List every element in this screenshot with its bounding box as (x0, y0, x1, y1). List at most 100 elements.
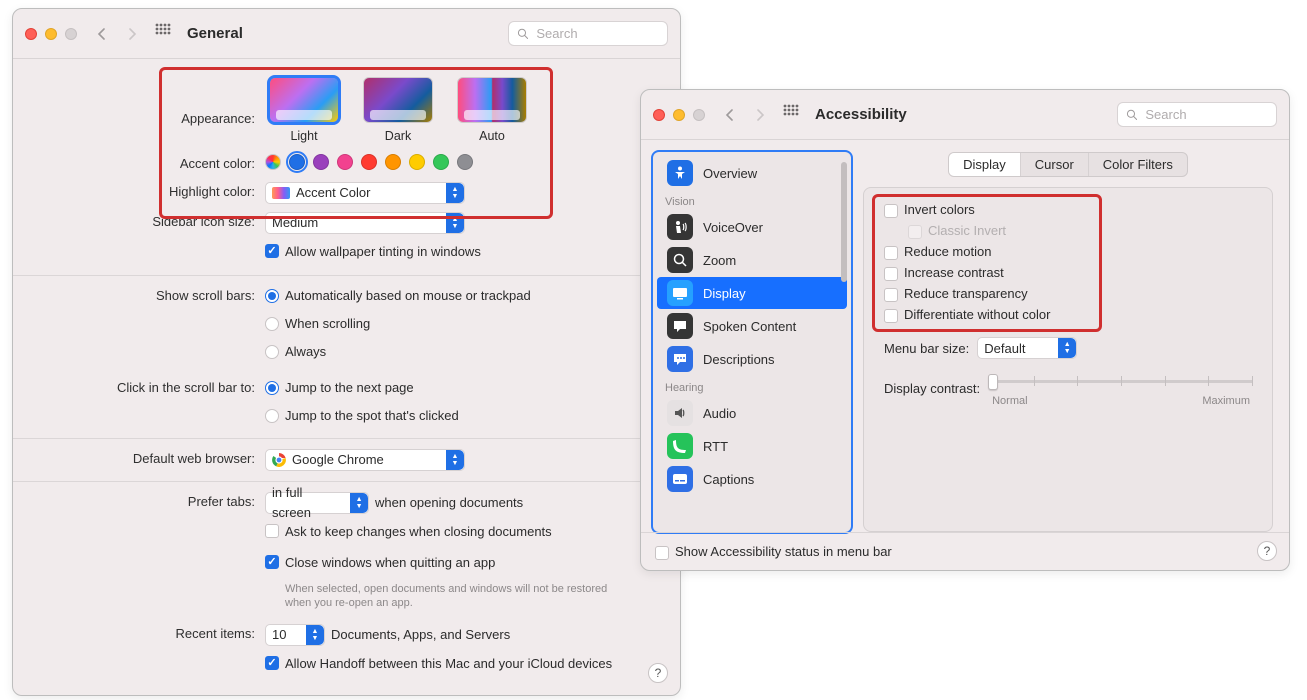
click-radio-spot[interactable]: Jump to the spot that's clicked (265, 406, 459, 426)
checkbox-icon (655, 546, 669, 560)
nav-forward-button[interactable] (121, 28, 143, 40)
accent-swatch-graphite[interactable] (457, 154, 473, 170)
accessibility-sidebar[interactable]: Overview Vision VoiceOver Zoom (653, 152, 851, 532)
classic-invert-checkbox: Classic Invert (908, 223, 1252, 239)
increase-contrast-checkbox[interactable]: Increase contrast (884, 265, 1252, 281)
select-stepper-icon: ▲▼ (446, 183, 464, 203)
browser-select[interactable]: Google Chrome ▲▼ (265, 449, 465, 471)
zoom-icon (667, 247, 693, 273)
appearance-option-label: Dark (385, 126, 411, 146)
select-stepper-icon: ▲▼ (306, 625, 324, 645)
minimize-icon[interactable] (45, 28, 57, 40)
differentiate-checkbox[interactable]: Differentiate without color (884, 307, 1252, 323)
search-input[interactable] (1143, 106, 1268, 123)
reduce-motion-checkbox[interactable]: Reduce motion (884, 244, 1252, 260)
highlight-color-select[interactable]: Accent Color ▲▼ (265, 182, 465, 204)
accent-swatch-yellow[interactable] (409, 154, 425, 170)
appearance-option-light[interactable]: Light (265, 77, 343, 146)
appearance-option-dark[interactable]: Dark (359, 77, 437, 146)
close-icon[interactable] (653, 109, 665, 121)
sidebar-item-spoken[interactable]: Spoken Content (657, 310, 847, 342)
reduce-transparency-checkbox[interactable]: Reduce transparency (884, 286, 1252, 302)
handoff-checkbox[interactable]: Allow Handoff between this Mac and your … (265, 654, 612, 674)
checkbox-icon (884, 246, 898, 260)
close-icon[interactable] (25, 28, 37, 40)
general-toolbar: General (13, 9, 680, 59)
spoken-icon (667, 313, 693, 339)
checkbox-icon (884, 267, 898, 281)
menubar-size-value: Default (984, 341, 1025, 356)
close-quit-checkbox[interactable]: Close windows when quitting an app (265, 553, 495, 573)
nav-back-button[interactable] (91, 28, 113, 40)
radio-icon (265, 289, 279, 303)
display-contrast-slider[interactable] (990, 369, 1252, 393)
show-all-icon[interactable] (783, 104, 799, 125)
appearance-label: Appearance: (33, 77, 265, 129)
scroll-radio-always[interactable]: Always (265, 342, 326, 362)
zoom-disabled-icon (693, 109, 705, 121)
checkbox-icon (265, 524, 279, 538)
prefer-tabs-select[interactable]: in full screen ▲▼ (265, 492, 369, 514)
descriptions-icon (667, 346, 693, 372)
radio-icon (265, 409, 279, 423)
checkbox-icon (884, 288, 898, 302)
sidebar-item-voiceover[interactable]: VoiceOver (657, 211, 847, 243)
display-options-panel: Invert colors Classic Invert Reduce moti… (863, 187, 1273, 532)
radio-icon (265, 381, 279, 395)
sidebar-item-audio[interactable]: Audio (657, 397, 847, 429)
light-preview-icon (269, 77, 339, 123)
tab-cursor[interactable]: Cursor (1020, 153, 1088, 176)
accent-swatch-pink[interactable] (337, 154, 353, 170)
nav-forward-button[interactable] (749, 109, 771, 121)
accent-swatch-blue[interactable] (289, 154, 305, 170)
wallpaper-tint-checkbox[interactable]: Allow wallpaper tinting in windows (265, 242, 481, 262)
minimize-icon[interactable] (673, 109, 685, 121)
help-button[interactable]: ? (648, 663, 668, 683)
accent-swatch-red[interactable] (361, 154, 377, 170)
help-button[interactable]: ? (1257, 541, 1277, 561)
scrollbar[interactable] (841, 158, 847, 526)
sidebar-item-overview[interactable]: Overview (657, 157, 847, 189)
select-stepper-icon: ▲▼ (350, 493, 368, 513)
general-body: Appearance: Light Dark Auto (13, 59, 680, 696)
accent-swatch-purple[interactable] (313, 154, 329, 170)
scroll-radio-scrolling[interactable]: When scrolling (265, 314, 370, 334)
zoom-disabled-icon (65, 28, 77, 40)
dark-preview-icon (363, 77, 433, 123)
accent-swatch-orange[interactable] (385, 154, 401, 170)
sidebar-section-vision: Vision (653, 190, 851, 210)
sidebar-item-captions[interactable]: Captions (657, 463, 847, 495)
appearance-option-auto[interactable]: Auto (453, 77, 531, 146)
sidebar-item-zoom[interactable]: Zoom (657, 244, 847, 276)
nav-back-button[interactable] (719, 109, 741, 121)
wallpaper-tint-label: Allow wallpaper tinting in windows (285, 242, 481, 262)
search-field[interactable] (508, 21, 668, 46)
sidebar-item-descriptions[interactable]: Descriptions (657, 343, 847, 375)
ask-keep-checkbox[interactable]: Ask to keep changes when closing documen… (265, 522, 552, 542)
sidebar-size-label: Sidebar icon size: (33, 212, 265, 232)
window-title: Accessibility (815, 106, 907, 123)
checkbox-icon (265, 656, 279, 670)
recent-suffix: Documents, Apps, and Servers (331, 625, 510, 645)
recent-items-select[interactable]: 10 ▲▼ (265, 624, 325, 646)
accent-label: Accent color: (33, 154, 265, 174)
sidebar-item-rtt[interactable]: RTT (657, 430, 847, 462)
menubar-size-select[interactable]: Default ▲▼ (977, 337, 1077, 359)
search-input[interactable] (534, 25, 659, 42)
tab-color-filters[interactable]: Color Filters (1088, 153, 1187, 176)
sidebar-size-select[interactable]: Medium ▲▼ (265, 212, 465, 234)
invert-colors-checkbox[interactable]: Invert colors (884, 202, 1252, 218)
search-field[interactable] (1117, 102, 1277, 127)
scroll-radio-auto[interactable]: Automatically based on mouse or trackpad (265, 286, 531, 306)
status-menubar-checkbox[interactable]: Show Accessibility status in menu bar (655, 544, 892, 560)
tab-display[interactable]: Display (949, 153, 1020, 176)
accent-swatch-multicolor[interactable] (265, 154, 281, 170)
highlight-swatch-icon (272, 187, 290, 199)
checkbox-icon (884, 309, 898, 323)
select-stepper-icon: ▲▼ (446, 213, 464, 233)
sidebar-item-display[interactable]: Display (657, 277, 847, 309)
accent-swatch-green[interactable] (433, 154, 449, 170)
show-all-icon[interactable] (155, 23, 171, 44)
click-radio-next[interactable]: Jump to the next page (265, 378, 414, 398)
slider-handle-icon[interactable] (988, 374, 998, 390)
